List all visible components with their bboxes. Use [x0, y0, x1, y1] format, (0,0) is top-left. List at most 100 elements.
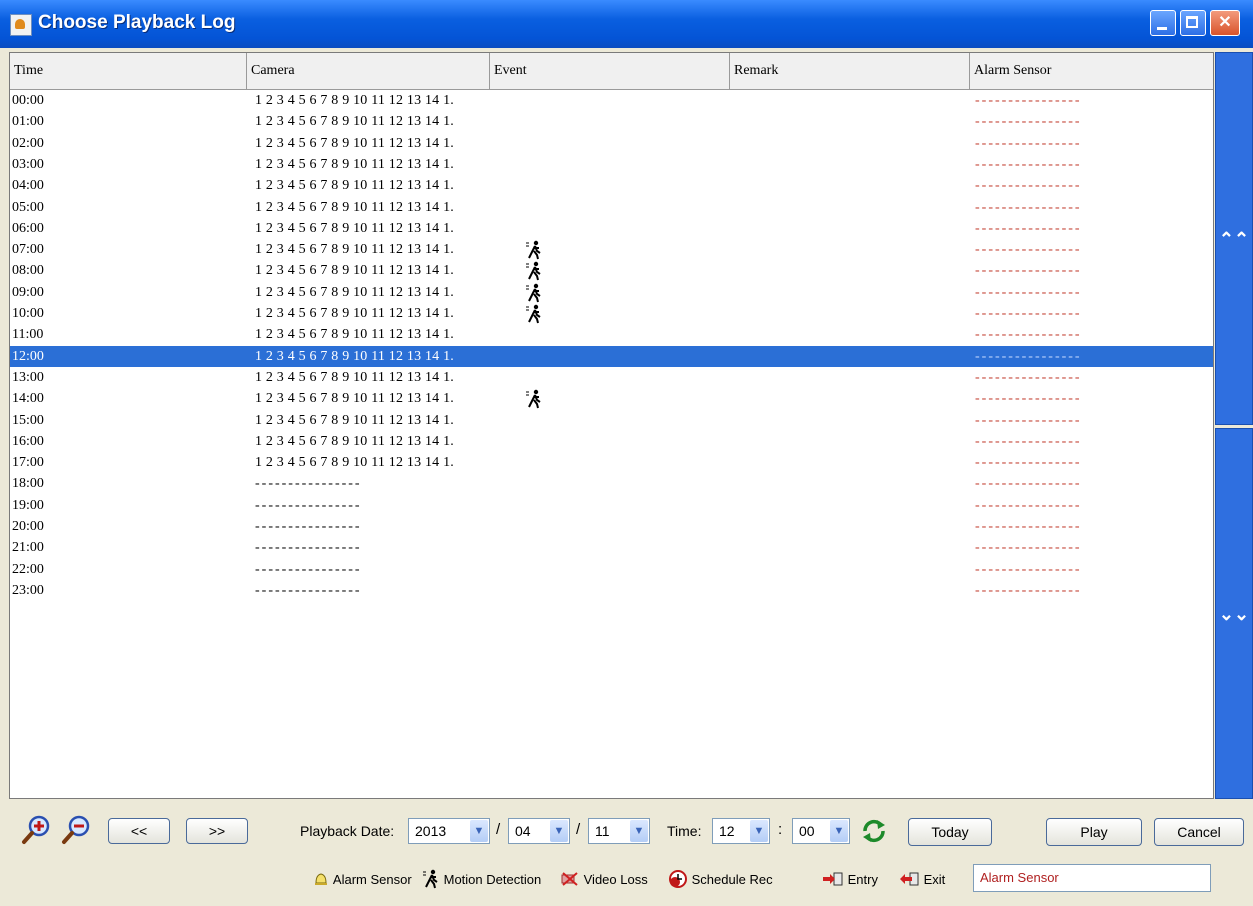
table-row[interactable]: 12:00 1 2 3 4 5 6 7 8 9 10 11 12 13 14 1.…: [10, 345, 1213, 367]
legend-motion-detection-label: Motion Detection: [443, 872, 542, 887]
column-header-event[interactable]: Event: [490, 53, 730, 89]
table-row[interactable]: 22:00 ---------------- ----------------: [10, 559, 1213, 580]
alarm-sensor-cell: ----------------: [975, 220, 1082, 236]
day-select[interactable]: 11 ▼: [588, 818, 650, 844]
column-header-camera[interactable]: Camera: [247, 53, 490, 89]
alarm-sensor-cell: ----------------: [975, 561, 1082, 577]
legend-video-loss: Video Loss: [560, 868, 648, 892]
table-row[interactable]: 13:00 1 2 3 4 5 6 7 8 9 10 11 12 13 14 1.…: [10, 367, 1213, 388]
column-header-remark[interactable]: Remark: [730, 53, 970, 89]
table-row[interactable]: 20:00 ---------------- ----------------: [10, 516, 1213, 537]
camera-cell: ----------------: [255, 476, 362, 492]
playback-date-label: Playback Date:: [300, 823, 395, 839]
remark-cell: [730, 282, 970, 303]
double-chevron-down-icon: ⌄⌄: [1218, 603, 1250, 624]
refresh-icon[interactable]: [860, 817, 888, 845]
table-row[interactable]: 01:00 1 2 3 4 5 6 7 8 9 10 11 12 13 14 1.…: [10, 111, 1213, 132]
motion-detection-icon: [526, 283, 541, 302]
alarm-sensor-cell: ----------------: [975, 114, 1082, 130]
table-row[interactable]: 14:00 1 2 3 4 5 6 7 8 9 10 11 12 13 14 1.…: [10, 388, 1213, 409]
table-row[interactable]: 11:00 1 2 3 4 5 6 7 8 9 10 11 12 13 14 1.…: [10, 324, 1213, 345]
column-header-time[interactable]: Time: [10, 53, 247, 89]
event-cell: [490, 346, 730, 367]
table-row[interactable]: 08:00 1 2 3 4 5 6 7 8 9 10 11 12 13 14 1.…: [10, 260, 1213, 281]
table-row[interactable]: 19:00 ---------------- ----------------: [10, 495, 1213, 516]
camera-cell: 1 2 3 4 5 6 7 8 9 10 11 12 13 14 1.: [255, 93, 454, 108]
time-cell: 07:00: [12, 242, 44, 258]
event-cell: [490, 452, 730, 473]
remark-cell: [730, 452, 970, 473]
day-value: 11: [595, 823, 610, 839]
table-row[interactable]: 18:00 ---------------- ----------------: [10, 473, 1213, 494]
maximize-button[interactable]: [1180, 10, 1206, 36]
close-button[interactable]: [1210, 10, 1240, 36]
table-header: Time Camera Event Remark Alarm Sensor: [10, 53, 1213, 90]
next-button[interactable]: >>: [186, 818, 248, 844]
hour-select[interactable]: 12 ▼: [712, 818, 770, 844]
alarm-sensor-cell: ----------------: [975, 178, 1082, 194]
table-row[interactable]: 07:00 1 2 3 4 5 6 7 8 9 10 11 12 13 14 1.…: [10, 239, 1213, 260]
play-button[interactable]: Play: [1046, 818, 1142, 846]
time-cell: 15:00: [12, 412, 44, 428]
table-row[interactable]: 02:00 1 2 3 4 5 6 7 8 9 10 11 12 13 14 1.…: [10, 133, 1213, 154]
table-row[interactable]: 03:00 1 2 3 4 5 6 7 8 9 10 11 12 13 14 1.…: [10, 154, 1213, 175]
table-row[interactable]: 06:00 1 2 3 4 5 6 7 8 9 10 11 12 13 14 1.…: [10, 218, 1213, 239]
event-cell: [490, 111, 730, 132]
table-row[interactable]: 00:00 1 2 3 4 5 6 7 8 9 10 11 12 13 14 1.…: [10, 90, 1213, 111]
zoom-in-icon[interactable]: [20, 814, 52, 846]
java-app-icon: [10, 14, 32, 36]
event-cell: [490, 282, 730, 303]
column-header-alarm-sensor[interactable]: Alarm Sensor: [970, 53, 1213, 89]
table-row[interactable]: 05:00 1 2 3 4 5 6 7 8 9 10 11 12 13 14 1.…: [10, 197, 1213, 218]
event-cell: [490, 197, 730, 218]
chevron-down-icon: ▼: [750, 820, 768, 842]
legend-schedule-rec-label: Schedule Rec: [691, 872, 773, 887]
table-row[interactable]: 17:00 1 2 3 4 5 6 7 8 9 10 11 12 13 14 1.…: [10, 452, 1213, 473]
table-row[interactable]: 16:00 1 2 3 4 5 6 7 8 9 10 11 12 13 14 1.…: [10, 431, 1213, 452]
date-separator: /: [496, 821, 501, 838]
table-row[interactable]: 09:00 1 2 3 4 5 6 7 8 9 10 11 12 13 14 1.…: [10, 282, 1213, 303]
remark-cell: [730, 473, 970, 494]
table-row[interactable]: 21:00 ---------------- ----------------: [10, 537, 1213, 558]
table-row[interactable]: 10:00 1 2 3 4 5 6 7 8 9 10 11 12 13 14 1.…: [10, 303, 1213, 324]
time-cell: 06:00: [12, 220, 44, 236]
year-select[interactable]: 2013 ▼: [408, 818, 490, 844]
month-select[interactable]: 04 ▼: [508, 818, 570, 844]
camera-cell: 1 2 3 4 5 6 7 8 9 10 11 12 13 14 1.: [255, 391, 454, 407]
camera-cell: 1 2 3 4 5 6 7 8 9 10 11 12 13 14 1.: [255, 348, 454, 364]
time-cell: 18:00: [12, 476, 44, 492]
time-cell: 19:00: [12, 497, 44, 513]
page-down-button[interactable]: ⌄⌄: [1215, 428, 1253, 799]
event-cell: [490, 537, 730, 558]
alarm-sensor-cell: ----------------: [975, 412, 1082, 428]
time-label: Time:: [667, 823, 702, 839]
event-cell: [490, 388, 730, 409]
page-up-button[interactable]: ⌃⌃: [1215, 52, 1253, 425]
table-row[interactable]: 15:00 1 2 3 4 5 6 7 8 9 10 11 12 13 14 1.…: [10, 410, 1213, 431]
title-bar[interactable]: Choose Playback Log: [0, 0, 1253, 48]
motion-detection-icon: [526, 262, 541, 281]
minute-value: 00: [799, 823, 815, 839]
remark-cell: [730, 495, 970, 516]
remark-cell: [730, 197, 970, 218]
today-button[interactable]: Today: [908, 818, 992, 846]
camera-cell: 1 2 3 4 5 6 7 8 9 10 11 12 13 14 1.: [255, 284, 454, 300]
minute-select[interactable]: 00 ▼: [792, 818, 850, 844]
minimize-button[interactable]: [1150, 10, 1176, 36]
zoom-out-icon[interactable]: [60, 814, 92, 846]
time-cell: 10:00: [12, 306, 44, 321]
time-cell: 01:00: [12, 114, 44, 130]
motion-detection-icon: [526, 389, 541, 409]
alarm-sensor-cell: ----------------: [975, 242, 1082, 258]
alarm-sensor-cell: ----------------: [975, 476, 1082, 492]
event-cell: [490, 218, 730, 239]
table-row[interactable]: 23:00 ---------------- ----------------: [10, 580, 1213, 601]
alarm-sensor-filter-field[interactable]: Alarm Sensor: [973, 864, 1211, 892]
camera-cell: 1 2 3 4 5 6 7 8 9 10 11 12 13 14 1.: [255, 369, 454, 385]
remark-cell: [730, 154, 970, 175]
event-cell: [490, 516, 730, 537]
cancel-button[interactable]: Cancel: [1154, 818, 1244, 846]
alarm-sensor-cell: ----------------: [975, 199, 1082, 215]
table-row[interactable]: 04:00 1 2 3 4 5 6 7 8 9 10 11 12 13 14 1.…: [10, 175, 1213, 196]
previous-button[interactable]: <<: [108, 818, 170, 844]
